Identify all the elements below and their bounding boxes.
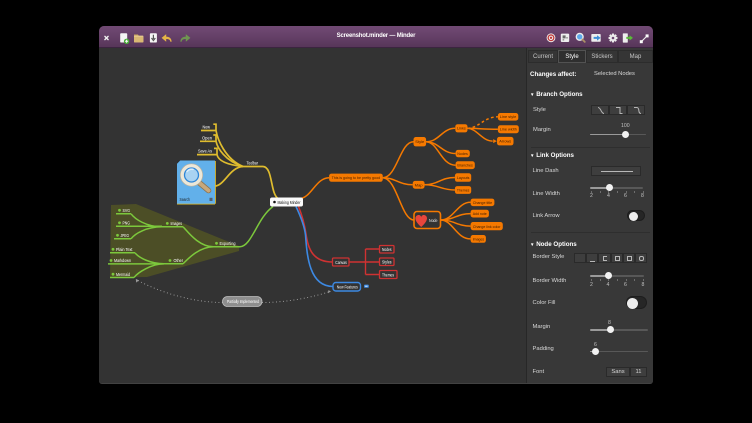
svg-text:Links: Links xyxy=(457,126,466,131)
svg-text:Exporting: Exporting xyxy=(220,241,237,246)
svg-text:Styles: Styles xyxy=(382,260,392,265)
svg-text:Change title: Change title xyxy=(473,200,493,205)
svg-text:Style: Style xyxy=(415,139,425,144)
svg-text:Line style: Line style xyxy=(500,114,517,119)
svg-text:JPEG: JPEG xyxy=(121,233,130,238)
svg-text:Arrows: Arrows xyxy=(499,139,511,144)
svg-text:Layouts: Layouts xyxy=(457,175,470,180)
svg-text:Search: Search xyxy=(180,197,191,202)
svg-text:PNG: PNG xyxy=(123,221,131,226)
svg-text:Nodes: Nodes xyxy=(457,151,468,156)
svg-text:Map: Map xyxy=(415,182,424,187)
svg-text:Branches: Branches xyxy=(457,163,473,168)
svg-text:Markdown: Markdown xyxy=(114,258,132,263)
svg-text:SVG: SVG xyxy=(123,208,131,213)
svg-text:This is going to be pretty goo: This is going to be pretty good xyxy=(332,175,381,180)
svg-text:Open: Open xyxy=(202,136,213,141)
svg-text:New: New xyxy=(203,125,211,130)
svg-text:Line width: Line width xyxy=(500,127,517,132)
svg-text:Partially Implemented: Partially Implemented xyxy=(227,299,260,304)
svg-text:Images: Images xyxy=(473,236,485,241)
svg-text:Themes: Themes xyxy=(457,187,470,192)
svg-text:Images: Images xyxy=(171,221,183,226)
svg-text:Plain Text: Plain Text xyxy=(116,247,133,252)
svg-text:Node: Node xyxy=(429,218,438,223)
svg-text:Canvas: Canvas xyxy=(335,260,347,265)
svg-text:Nodes: Nodes xyxy=(382,247,392,252)
svg-text:Add note: Add note xyxy=(473,211,488,216)
svg-text:Save As: Save As xyxy=(198,149,212,154)
svg-text:Themes: Themes xyxy=(382,272,394,277)
svg-text:Toolbar: Toolbar xyxy=(247,161,259,166)
svg-text:Change link color: Change link color xyxy=(473,224,501,229)
svg-text:Making Minder: Making Minder xyxy=(278,200,302,205)
svg-text:New Features: New Features xyxy=(337,285,358,290)
svg-text:Mermaid: Mermaid xyxy=(116,272,131,277)
svg-text:Other: Other xyxy=(174,258,184,263)
